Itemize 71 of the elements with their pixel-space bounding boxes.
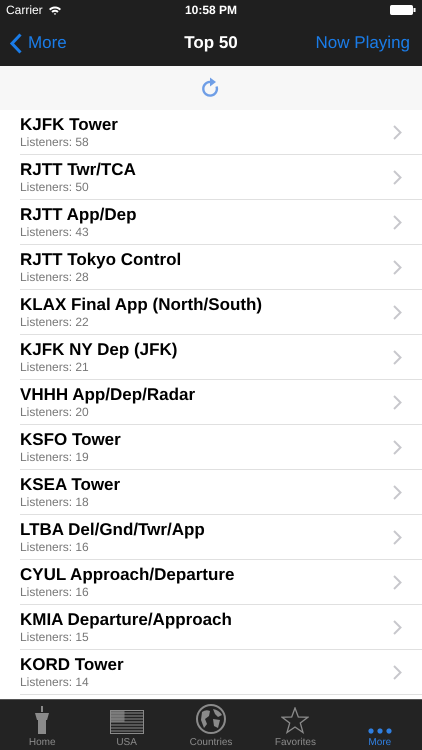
chevron-icon: [393, 664, 402, 680]
chevron-icon: [393, 350, 402, 364]
channel-row[interactable]: RJTT Tokyo Control Listeners: 28: [20, 245, 422, 290]
channel-title: KLAX Final App (North/South): [20, 295, 262, 315]
channel-title: KJFK Tower: [20, 115, 118, 135]
listener-count: Listeners: 43: [20, 225, 90, 239]
carrier-label: Carrier: [6, 3, 43, 17]
tab-item[interactable]: Countries: [168, 700, 254, 750]
listener-count: Listeners: 16: [20, 585, 90, 599]
listener-count: Listeners: 58: [20, 135, 90, 149]
channel-row[interactable]: KJFK Tower Listeners: 58: [20, 110, 422, 155]
channel-row[interactable]: RJTT Twr/TCA Listeners: 50: [20, 155, 422, 200]
chevron-icon: [393, 484, 402, 500]
flag-icon: [110, 710, 144, 734]
tab-item[interactable]: Favorites: [253, 700, 338, 750]
listener-count: Listeners: 50: [20, 180, 90, 194]
chevron-icon: [393, 170, 402, 184]
tab-item[interactable]: Home: [0, 700, 84, 750]
channel-row[interactable]: KSFO Tower Listeners: 19: [20, 425, 422, 470]
listener-count: Listeners: 20: [20, 405, 90, 419]
channel-title: KSEA Tower: [20, 475, 120, 495]
back-chevron-icon: [10, 32, 22, 54]
battery-icon: [390, 5, 416, 15]
chevron-icon: [393, 260, 402, 274]
chevron-icon: [393, 530, 402, 544]
listener-count: Listeners: 28: [20, 270, 90, 284]
tab-item[interactable]: More: [338, 700, 422, 750]
wifi-icon: [48, 5, 62, 15]
status-time: 10:58 PM: [184, 3, 238, 17]
channel-row[interactable]: KMIA Departure/Approach Listeners: 15: [20, 605, 422, 650]
nav-title: Top 50: [184, 33, 238, 53]
chevron-icon: [393, 124, 402, 140]
tower-icon: [33, 706, 52, 734]
channel-row[interactable]: KORD Tower Listeners: 14: [20, 650, 422, 695]
channel-title: LTBA Del/Gnd/Twr/App: [20, 520, 205, 540]
tab-item[interactable]: USA: [84, 700, 169, 750]
chevron-icon: [393, 440, 402, 454]
listener-count: Listeners: 19: [20, 450, 90, 464]
channel-row[interactable]: KJFK NY Dep (JFK) Listeners: 21: [20, 335, 422, 380]
listener-count: Listeners: 16: [20, 540, 90, 554]
channel-row[interactable]: KSEA Tower Listeners: 18: [20, 470, 422, 515]
back-button[interactable]: More: [10, 32, 67, 54]
channel-title: RJTT Twr/TCA: [20, 160, 136, 180]
more-icon: [368, 728, 392, 734]
chevron-icon: [393, 574, 402, 590]
globe-icon: [196, 704, 226, 734]
chevron-icon: [393, 214, 402, 230]
channel-row[interactable]: CYUL Approach/Departure Listeners: 16: [20, 560, 422, 605]
refresh-icon[interactable]: [201, 77, 221, 99]
channel-row[interactable]: KLAX Final App (North/South) Listeners: 22: [20, 290, 422, 335]
channel-title: CYUL Approach/Departure: [20, 565, 234, 585]
chevron-icon: [393, 620, 402, 634]
listener-count: Listeners: 18: [20, 495, 90, 509]
listener-count: Listeners: 15: [20, 630, 90, 644]
chevron-icon: [393, 394, 402, 410]
channel-title: KJFK NY Dep (JFK): [20, 340, 178, 360]
channel-row[interactable]: LTBA Del/Gnd/Twr/App Listeners: 16: [20, 515, 422, 560]
channel-title: KMIA Departure/Approach: [20, 610, 232, 630]
channel-title: VHHH App/Dep/Radar: [20, 385, 196, 405]
now-playing-button[interactable]: Now Playing: [316, 33, 410, 53]
channel-title: RJTT App/Dep: [20, 205, 136, 225]
star-icon: [281, 707, 310, 734]
listener-count: Listeners: 14: [20, 675, 90, 689]
channel-title: KSFO Tower: [20, 430, 121, 450]
listener-count: Listeners: 21: [20, 360, 90, 374]
channel-title: RJTT Tokyo Control: [20, 250, 182, 270]
channel-row[interactable]: VHHH App/Dep/Radar Listeners: 20: [20, 380, 422, 425]
channel-row[interactable]: RJTT App/Dep Listeners: 43: [20, 200, 422, 245]
chevron-icon: [393, 304, 402, 320]
channel-title: KORD Tower: [20, 655, 124, 675]
listener-count: Listeners: 22: [20, 315, 90, 329]
